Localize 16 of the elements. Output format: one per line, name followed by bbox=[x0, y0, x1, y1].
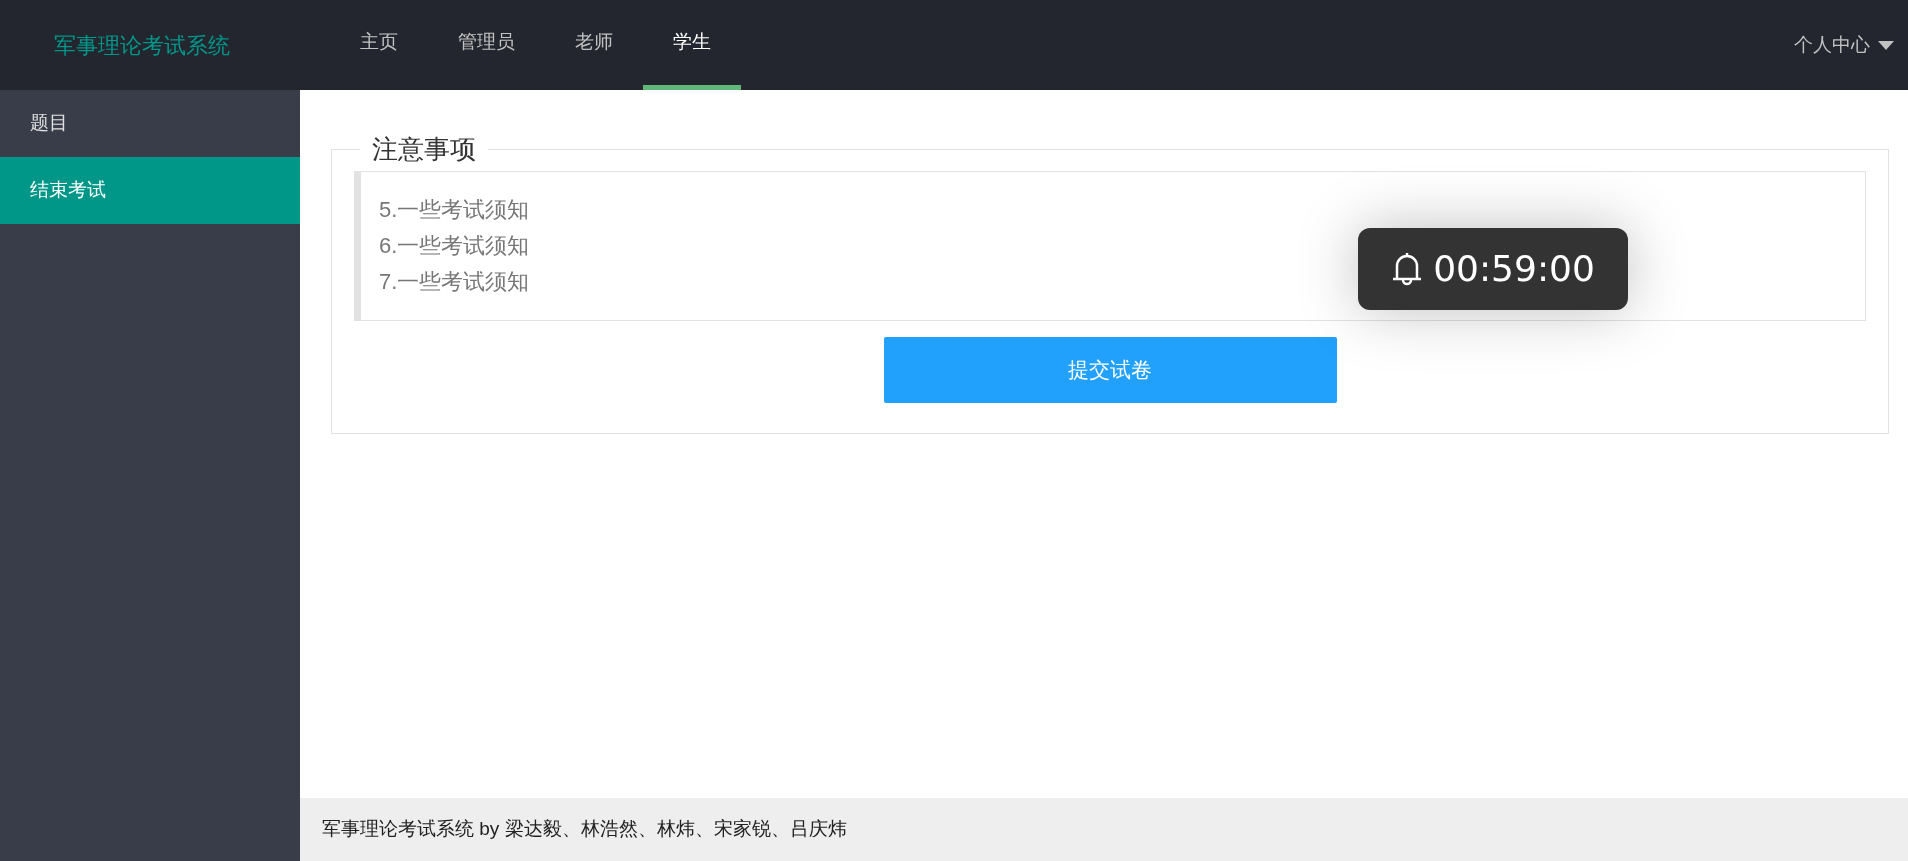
panel-title: 注意事项 bbox=[371, 133, 477, 166]
nav-tab[interactable]: 管理员 bbox=[428, 0, 545, 90]
nav-tab[interactable]: 主页 bbox=[330, 0, 428, 90]
notice-line: 7.一些考试须知 bbox=[379, 268, 530, 296]
sidebar-item[interactable]: 题目 bbox=[0, 90, 300, 157]
bell-icon bbox=[1391, 251, 1424, 287]
user-menu[interactable]: 个人中心 bbox=[1794, 30, 1894, 60]
timer-text: 00:59:00 bbox=[1433, 247, 1595, 291]
sidebar-item[interactable]: 结束考试 bbox=[0, 157, 300, 224]
notice-line: 6.一些考试须知 bbox=[379, 232, 530, 260]
notice-line: 5.一些考试须知 bbox=[379, 196, 530, 224]
footer-text: 军事理论考试系统 by 梁达毅、林浩然、林炜、宋家锐、吕庆炜 bbox=[322, 817, 847, 842]
nav-tab[interactable]: 老师 bbox=[545, 0, 643, 90]
caret-icon bbox=[1878, 40, 1894, 50]
app-logo[interactable]: 军事理论考试系统 bbox=[54, 28, 230, 62]
nav-tab[interactable]: 学生 bbox=[643, 0, 741, 90]
